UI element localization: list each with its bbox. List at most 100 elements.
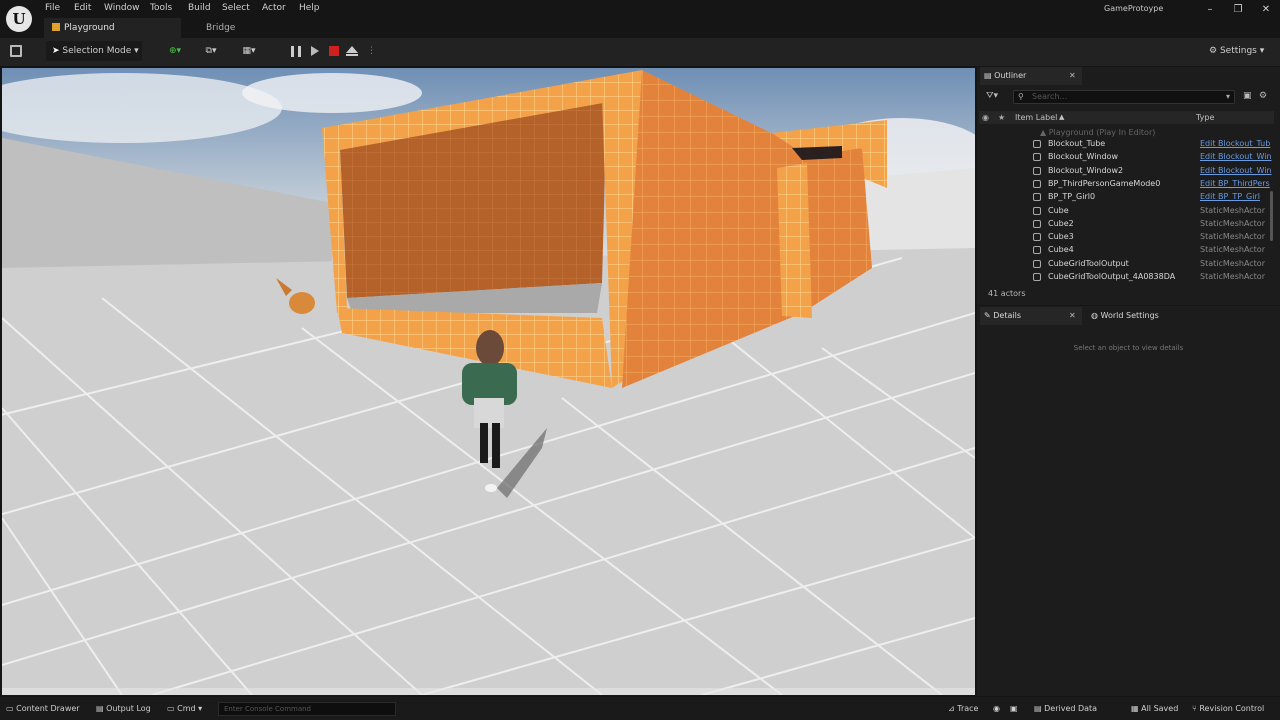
log-icon: ▤ [96,704,107,713]
outliner-row-label: Cube3 [1048,232,1074,242]
actor-icon [1033,153,1041,162]
column-type[interactable]: Type [1196,111,1214,124]
gear-icon[interactable]: ⚙ [1259,91,1267,101]
settings-label: Settings [1219,46,1257,56]
edit-blueprint-link[interactable]: Edit Blockout_Tub [1200,137,1270,150]
tab-bridge[interactable]: Bridge [206,18,235,38]
trace-label: Trace [957,704,979,713]
more-options-icon[interactable]: ⋮ [367,41,376,61]
column-item-label[interactable]: Item Label [1015,111,1057,124]
close-details-icon[interactable]: ✕ [1069,307,1079,325]
menu-help[interactable]: Help [299,3,320,15]
record-icon[interactable]: ◉ [993,702,1000,716]
outliner-tab-label: Outliner [994,71,1027,80]
trace-button[interactable]: ⊿ Trace [948,702,978,716]
outliner-row[interactable]: Blockout_Tube Edit Blockout_Tub [979,137,1270,150]
blockout-second-pillar [777,163,812,318]
terminal-icon: ▭ [167,704,178,713]
derived-data-label: Derived Data [1044,704,1098,713]
pin-icon[interactable]: ★ [998,111,1005,124]
maximize-button[interactable]: ❐ [1227,3,1249,17]
details-panel [977,306,1280,696]
actor-icon [1033,219,1041,228]
actor-icon [1033,273,1041,281]
stop-icon[interactable] [329,46,339,56]
camera-icon[interactable]: ▣ [1010,702,1018,716]
menu-actor[interactable]: Actor [262,3,286,15]
save-icon[interactable] [10,45,22,57]
menu-tools[interactable]: Tools [150,3,172,15]
details-empty-message: Select an object to view details [1073,344,1184,352]
trace-icon: ⊿ [948,704,958,713]
cmd-label: Cmd [177,704,196,713]
outliner-row-label: CubeGridToolOutput [1048,258,1129,268]
level-viewport[interactable] [2,68,975,695]
outliner-row[interactable]: Cube StaticMeshActor [979,204,1269,217]
outliner-row-label: CubeGridToolOutput_4A0838DA [1048,272,1176,281]
blueprint-icon[interactable]: ⧉▾ [199,41,223,61]
outliner-row[interactable]: BP_ThirdPersonGameMode0 Edit BP_ThirdPers [979,177,1270,190]
unreal-logo-icon[interactable]: U [6,6,32,32]
minimize-button[interactable]: – [1199,3,1221,17]
content-drawer-button[interactable]: ▭ Content Drawer [6,702,80,716]
all-saved-label: All Saved [1141,704,1179,713]
pause-icon[interactable] [291,46,301,57]
tab-world-settings[interactable]: ◍ World Settings [1088,307,1188,325]
outliner-row[interactable]: BP_TP_Girl0 Edit BP_TP_Girl [979,190,1269,203]
outliner-row[interactable]: Cube3 StaticMeshActor [979,230,1269,243]
close-window-button[interactable]: ✕ [1255,3,1277,17]
edit-blueprint-link[interactable]: Edit Blockout_Win [1200,164,1272,177]
outliner-row[interactable]: CubeGridToolOutput StaticMeshActor [979,257,1269,270]
actor-icon [1033,246,1041,255]
menu-build[interactable]: Build [188,3,211,15]
edit-blueprint-link[interactable]: Edit BP_TP_Girl [1200,190,1260,203]
cloud [242,73,422,113]
outliner-scrollbar[interactable] [1270,191,1273,241]
actor-icon [1033,233,1041,242]
menu-edit[interactable]: Edit [74,3,91,15]
edit-blueprint-link[interactable]: Edit Blockout_Win [1200,150,1272,163]
add-folder-icon[interactable]: ▣ [1243,91,1252,101]
drawer-icon: ▭ [6,704,17,713]
outliner-row[interactable]: CubeGridToolOutput_4A0838DA StaticMeshAct… [979,270,1269,283]
tab-outliner[interactable]: ▤ Outliner [980,67,1082,85]
derived-data-button[interactable]: ▤ Derived Data [1034,702,1097,716]
settings-button[interactable]: ⚙ Settings ▾ [1209,41,1264,61]
edit-blueprint-link[interactable]: Edit BP_ThirdPers [1200,177,1270,190]
ball-prop [289,292,315,314]
outliner-row[interactable]: Cube2 StaticMeshActor [979,217,1269,230]
outliner-row[interactable]: Blockout_Window2 Edit Blockout_Win [979,164,1272,177]
tab-playground-label: Playground [64,23,115,33]
outliner-search-input[interactable]: ⚲ Search... ▾ [1013,90,1235,104]
selection-mode-dropdown[interactable]: ➤ Selection Mode ▾ [46,41,142,61]
visibility-icon[interactable]: ◉ [982,111,989,124]
save-status-icon: ▦ [1131,704,1142,713]
tab-details[interactable]: ✎ Details [980,307,1082,325]
add-actor-icon[interactable]: ⊕▾ [164,41,186,61]
outliner-row-label: Blockout_Window2 [1048,165,1124,175]
menu-file[interactable]: File [45,3,60,15]
world-icon: ▲ [1040,128,1049,137]
revision-control-button[interactable]: ⑂ Revision Control [1192,702,1264,716]
actor-icon [1033,179,1041,188]
world-settings-label: World Settings [1100,311,1159,320]
all-saved-button[interactable]: ▦ All Saved [1131,702,1178,716]
step-frame-icon[interactable] [311,46,319,56]
tab-playground[interactable]: Playground [44,18,181,38]
search-placeholder: Search... [1032,92,1068,101]
cmd-dropdown[interactable]: ▭ Cmd ▾ [167,702,202,716]
cinematics-icon[interactable]: ▦▾ [236,41,262,61]
close-outliner-icon[interactable]: ✕ [1069,67,1079,85]
eject-icon[interactable] [346,46,358,53]
world-row[interactable]: ▲ Playground (Play In Editor) [1040,128,1155,137]
outliner-row[interactable]: Blockout_Window Edit Blockout_Win [979,150,1272,163]
output-log-button[interactable]: ▤ Output Log [96,702,151,716]
chevron-down-icon: ▾ [134,46,139,56]
console-command-input[interactable]: Enter Console Command [218,702,396,716]
menu-window[interactable]: Window [104,3,140,15]
actor-icon [1033,166,1041,175]
filter-icon[interactable]: ⛛▾ [986,91,998,101]
menu-select[interactable]: Select [222,3,250,15]
outliner-row[interactable]: Cube4 StaticMeshActor [979,243,1269,256]
chevron-down-icon: ▾ [198,704,203,713]
